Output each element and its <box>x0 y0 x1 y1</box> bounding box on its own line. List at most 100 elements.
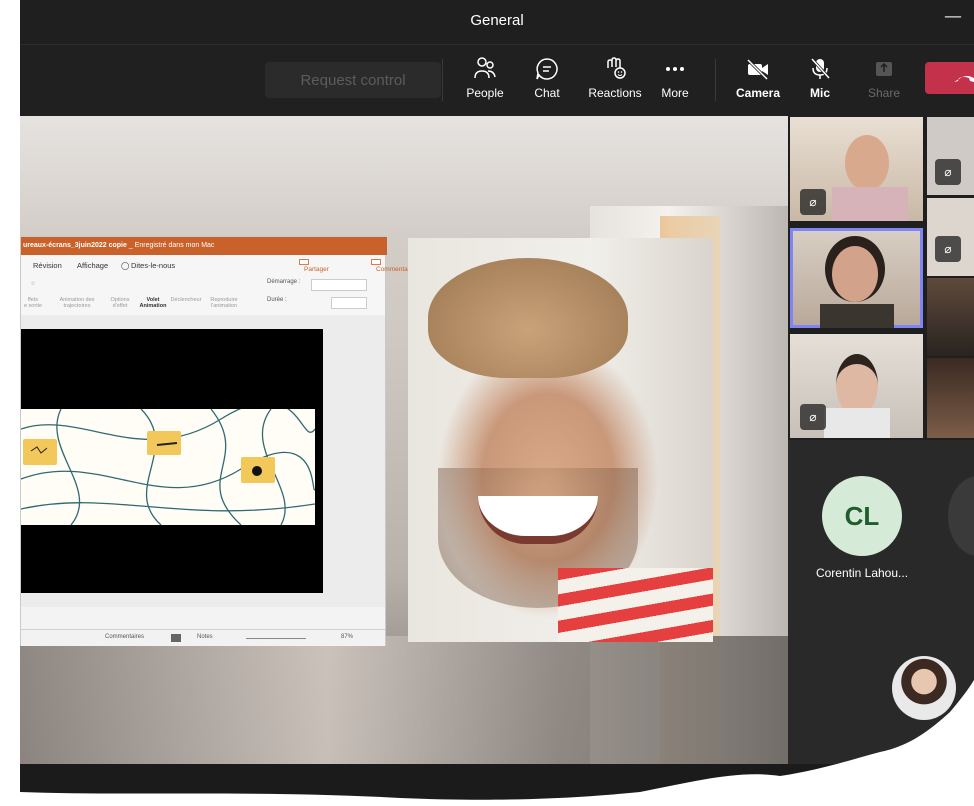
participant-tile-avatar[interactable]: CL Corentin Lahou... <box>788 440 974 614</box>
ppt-menu-dites[interactable]: Dites-le-nous <box>131 261 175 270</box>
participant-shirt <box>558 568 713 642</box>
ppt-demarrage-select[interactable] <box>311 279 367 291</box>
ppt-menu-affichage[interactable]: Affichage <box>77 261 108 270</box>
ppt-ribbon-trajectoires[interactable]: Animation des trajectoires <box>55 297 99 309</box>
ppt-comments-button[interactable]: Commentaires <box>371 259 418 273</box>
ppt-ribbon-declencheur[interactable]: Déclencheur <box>169 297 203 303</box>
participant-name: Corentin Lahou... <box>815 566 909 580</box>
window-title: General <box>470 12 524 29</box>
ppt-ribbon: ☆ ffets e sortie Animation des trajectoire… <box>21 275 385 316</box>
participant-tile[interactable] <box>927 278 974 356</box>
ppt-zoom-level: 87% <box>341 634 354 640</box>
ppt-demarrage-label: Démarrage : <box>267 279 301 285</box>
ppt-comments-status-button[interactable]: Commentaires <box>105 634 144 640</box>
chat-button[interactable]: Chat <box>517 56 577 100</box>
main-stage: ureaux-écrans_3juin2022 copie _ Enregist… <box>20 116 788 764</box>
chat-icon <box>517 56 577 86</box>
participant-tile[interactable]: ⌀ <box>790 117 923 221</box>
share-button[interactable]: Share <box>854 56 914 100</box>
more-label: More <box>661 86 689 100</box>
active-speaker-tile[interactable] <box>790 228 923 328</box>
ppt-save-status: _ Enregistré dans mon Mac <box>126 242 215 249</box>
mic-button[interactable]: Mic <box>790 56 850 100</box>
participant-tile[interactable] <box>927 358 974 438</box>
ppt-filename: ureaux-écrans_3juin2022 copie <box>23 242 127 249</box>
request-control-button[interactable]: Request control <box>265 62 441 98</box>
mic-label: Mic <box>809 86 830 100</box>
share-label: Share <box>867 86 901 100</box>
ppt-share-label: Partager <box>304 266 329 273</box>
minimize-icon[interactable]: — <box>944 6 962 27</box>
ppt-ribbon-deffet-label: d'effet <box>112 303 128 309</box>
ppt-ribbon-sortie-label: e sortie <box>23 303 43 309</box>
share-icon <box>854 56 914 86</box>
people-icon <box>455 56 515 86</box>
participant-tile[interactable]: ⌀ <box>927 198 974 276</box>
more-button[interactable]: More <box>645 56 705 100</box>
ppt-effects-icon[interactable]: ☆ <box>21 281 45 287</box>
ppt-slide-area <box>21 315 385 607</box>
avatar <box>948 476 974 556</box>
ppt-slide[interactable] <box>21 329 323 593</box>
mic-off-icon: ⌀ <box>800 404 826 430</box>
toolbar-divider <box>442 59 443 101</box>
lightbulb-icon: ◯ <box>121 261 130 270</box>
participant-gallery: ⌀ ⌀ ⌀ ⌀ CL Corentin Lahou... <box>788 116 974 764</box>
normal-view-icon[interactable] <box>171 634 181 642</box>
toolbar-divider <box>715 59 716 101</box>
remote-participant-video <box>408 238 713 642</box>
ppt-ribbon-reproduire[interactable]: Reproduire l'animation <box>205 297 243 309</box>
people-label: People <box>466 86 504 100</box>
participant-clothes <box>824 408 890 438</box>
zoom-slider[interactable] <box>246 638 306 639</box>
participant-tile[interactable]: ⌀ <box>927 117 974 195</box>
avatar: CL <box>822 476 902 556</box>
bottom-bar <box>20 764 974 806</box>
ppt-title-bar: ureaux-écrans_3juin2022 copie _ Enregist… <box>21 237 387 255</box>
ppt-ribbon-effets: ffets e sortie <box>21 297 45 309</box>
participant-face <box>832 246 878 302</box>
people-button[interactable]: People <box>455 56 515 100</box>
ppt-ribbon-animation-label: Animation <box>139 303 167 309</box>
camera-label: Camera <box>735 86 781 100</box>
ppt-ribbon-volet[interactable]: Volet Animation <box>137 297 169 309</box>
participant-clothes <box>820 304 894 328</box>
ppt-ribbon-declencheur-label: Déclencheur <box>170 297 202 303</box>
hangup-button[interactable] <box>925 62 974 94</box>
ppt-ribbon-options[interactable]: Options d'effet <box>105 297 135 309</box>
participant-face <box>845 135 889 191</box>
reactions-label: Reactions <box>588 86 642 100</box>
ppt-ribbon-trajectoires-label: trajectoires <box>63 303 91 309</box>
title-bar: General — <box>20 0 974 44</box>
participant-face <box>836 354 878 416</box>
ppt-menu-revision[interactable]: Révision <box>33 261 62 270</box>
reactions-icon <box>585 56 645 86</box>
camera-off-icon <box>728 56 788 86</box>
ppt-status-bar: Notes Commentaires 87% <box>21 629 385 646</box>
avatar <box>892 656 956 720</box>
mic-off-icon: ⌀ <box>935 236 961 262</box>
ppt-duree-label: Durée : <box>267 297 287 303</box>
ppt-notes-button[interactable]: Notes <box>197 634 213 640</box>
slide-illustration <box>21 409 315 525</box>
meeting-toolbar: Request control People Chat Reactions Mo… <box>20 44 974 117</box>
ppt-menu-bar: Révision Affichage ◯ Dites-le-nous Parta… <box>21 255 418 275</box>
more-icon <box>645 56 705 86</box>
participant-tile[interactable]: ⌀ <box>790 334 923 438</box>
self-view-tile[interactable] <box>788 614 974 764</box>
ppt-share-button[interactable]: Partager <box>299 259 329 273</box>
chat-label: Chat <box>534 86 560 100</box>
camera-button[interactable]: Camera <box>728 56 788 100</box>
teams-meeting-window: General — Request control People Chat Re… <box>0 0 974 806</box>
background-floor <box>20 636 788 764</box>
mic-off-icon <box>790 56 850 86</box>
mic-off-icon: ⌀ <box>800 189 826 215</box>
participant-hair <box>428 258 628 378</box>
mic-off-icon: ⌀ <box>935 159 961 185</box>
ppt-ribbon-lanimation-label: l'animation <box>210 303 238 309</box>
ppt-duree-input[interactable] <box>331 297 367 309</box>
reactions-button[interactable]: Reactions <box>585 56 645 100</box>
hangup-icon <box>954 76 974 82</box>
left-margin <box>0 0 20 806</box>
participant-clothes <box>832 187 908 221</box>
